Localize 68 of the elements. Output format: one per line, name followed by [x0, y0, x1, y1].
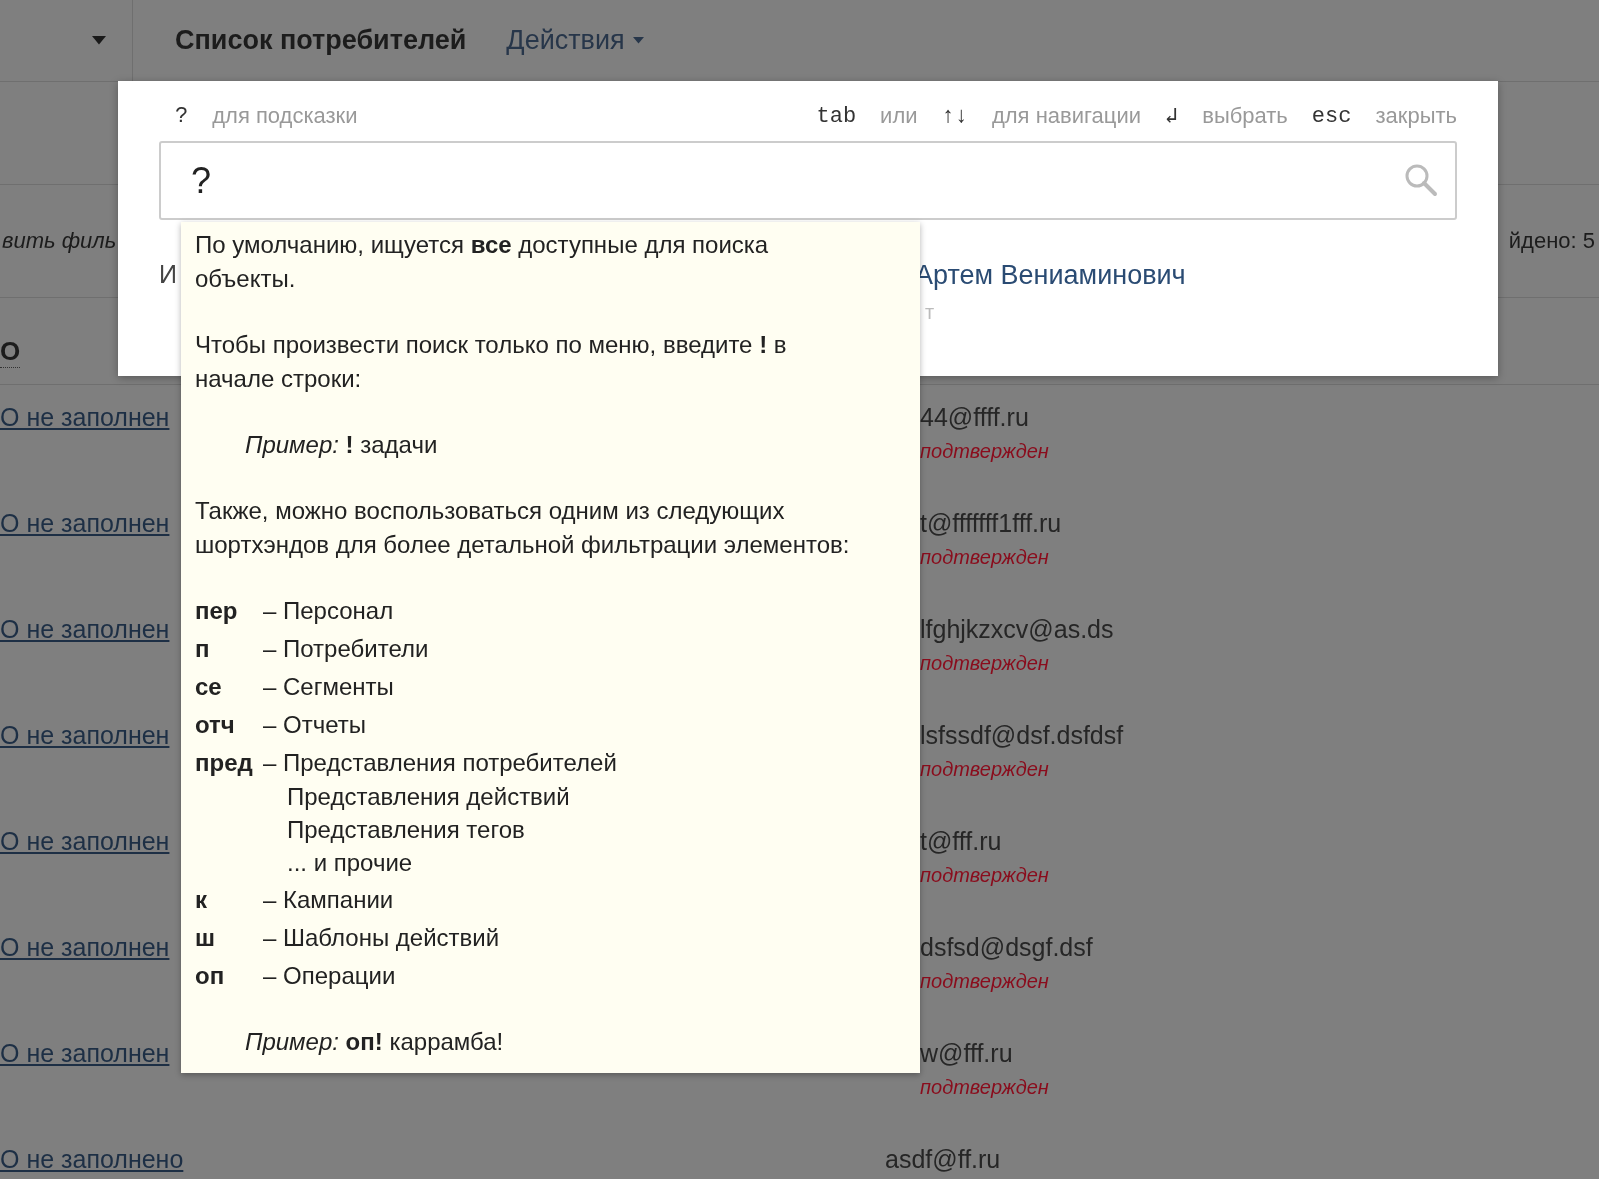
help-paragraph: Чтобы произвести поиск только по меню, введите ! в начале строки: — [195, 330, 788, 394]
shortcut-description: – Операции — [263, 961, 397, 991]
shortcut-description: – Сегменты — [263, 672, 395, 702]
shortcut-description: – Кампании — [263, 885, 395, 915]
email-text: t@fff.ru — [920, 827, 1002, 856]
result-subtitle: т — [924, 301, 936, 324]
shortcut-key: к — [195, 883, 263, 917]
hint-text: закрыть — [1375, 103, 1457, 129]
status-text: подтвержден — [920, 652, 1049, 675]
filter-link[interactable]: вить филь — [2, 228, 117, 254]
shortcut-key: пер — [195, 594, 263, 628]
hint-text: выбрать — [1202, 103, 1288, 129]
search-field[interactable]: ? — [159, 141, 1457, 220]
actions-menu[interactable]: Действия — [506, 25, 644, 56]
name-link[interactable]: О не заполнен — [0, 615, 170, 644]
email-text: lsfssdf@dsf.dsfdsf — [920, 721, 1124, 750]
name-link[interactable]: О не заполнен — [0, 509, 170, 538]
caret-icon — [632, 37, 644, 44]
status-text: подтвержден — [920, 1076, 1049, 1099]
result-text: И — [159, 260, 177, 289]
shortcut-key: ? — [175, 103, 189, 129]
help-paragraph: По умолчанию, ищуется все доступные для поиска объекты. — [195, 230, 770, 294]
shortcut-key: ш — [195, 921, 263, 955]
status-text: подтвержден — [920, 864, 1049, 887]
name-link[interactable]: О не заполнен — [0, 1039, 170, 1068]
shortcut-description: – Представления потребителей — [263, 748, 618, 778]
shortcut-description: Представления тегов — [286, 815, 526, 845]
email-text: w@fff.ru — [920, 1039, 1013, 1068]
column-header[interactable]: О — [0, 336, 21, 368]
email-text: t@fffffff1fff.ru — [920, 509, 1062, 538]
status-text: подтвержден — [920, 970, 1049, 993]
search-icon — [1403, 162, 1439, 198]
email-text: asdf@ff.ru — [885, 1145, 1001, 1174]
status-text: подтвержден — [920, 440, 1049, 463]
help-example: Пример: ! задачи — [245, 430, 439, 460]
status-text: подтвержден — [920, 546, 1049, 569]
caret-icon — [92, 36, 106, 45]
email-text: lfghjkzxcv@as.ds — [920, 615, 1114, 644]
shortcut-description: – Персонал — [263, 596, 395, 626]
shortcut-key: tab — [816, 103, 857, 129]
shortcut-key: esc — [1311, 103, 1352, 129]
shortcut-key: ↲ — [1164, 102, 1179, 130]
shortcut-key: оп — [195, 959, 263, 993]
hint-text: для навигации — [991, 103, 1141, 129]
help-example: Пример: оп! каррамба! — [245, 1027, 505, 1057]
shortcut-description: – Отчеты — [263, 710, 367, 740]
hint-text: для подсказки — [212, 103, 358, 129]
page-title: Список потребителей — [175, 25, 467, 56]
name-link[interactable]: О не заполнен — [0, 403, 170, 432]
hint-text: или — [880, 103, 918, 129]
shortcut-key: п — [195, 632, 263, 666]
help-paragraph: Также, можно воспользоваться одним из следующих шортхэндов для более детальной фильтрации элементов: — [195, 496, 851, 560]
shortcut-key: ↑↓ — [941, 103, 968, 129]
email-text: dsfsd@dsgf.dsf — [920, 933, 1093, 962]
status-text: подтвержден — [920, 758, 1049, 781]
shortcut-description: – Потребители — [263, 634, 430, 664]
shortcut-description: ... и прочие — [286, 848, 414, 878]
email-text: 44@ffff.ru — [920, 403, 1029, 432]
name-link[interactable]: О не заполнен — [0, 721, 170, 750]
shortcut-description: Представления действий — [286, 782, 571, 812]
name-link[interactable]: О не заполнен — [0, 933, 170, 962]
shortcut-key: отч — [195, 708, 263, 742]
shortcut-key: се — [195, 670, 263, 704]
found-count: йдено: 5 — [1508, 228, 1595, 254]
name-link[interactable]: О не заполнен — [0, 827, 170, 856]
shortcut-description: – Шаблоны действий — [263, 923, 501, 953]
shortcut-key: пред — [195, 746, 263, 879]
name-link[interactable]: О не заполнено — [0, 1145, 184, 1174]
